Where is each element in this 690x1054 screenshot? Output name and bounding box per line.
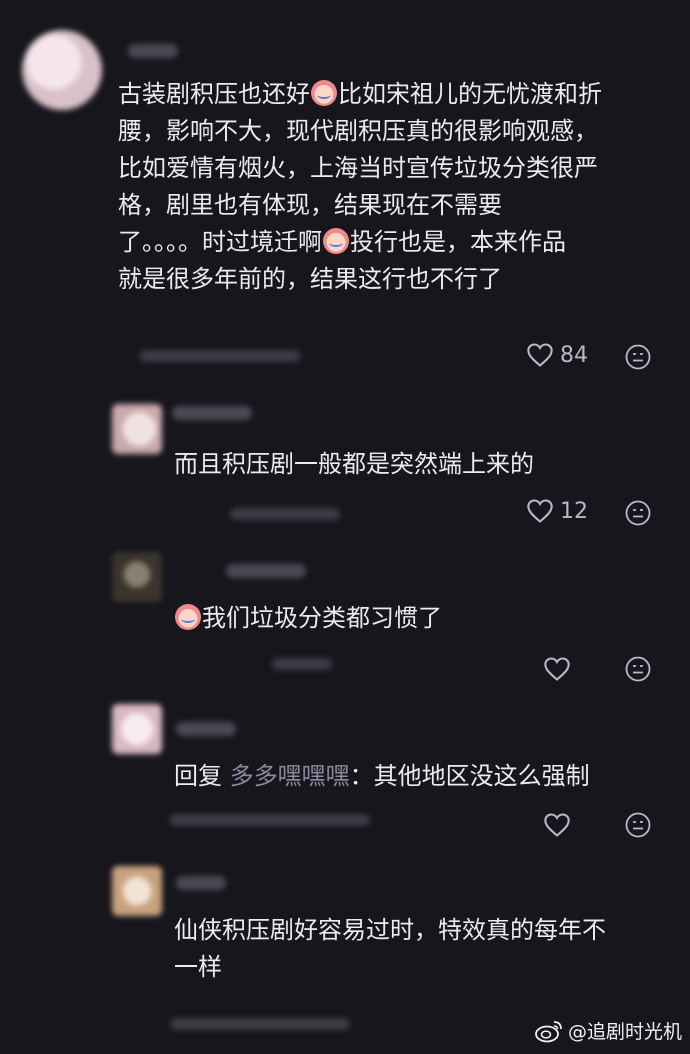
avatar[interactable] <box>22 30 102 110</box>
crying-emoji-icon <box>311 80 337 106</box>
comment-text: 古装剧积压也还好 比如宋祖儿的无忧渡和折 腰，影响不大，现代剧积压真的很影响观感，… <box>118 80 602 293</box>
avatar[interactable] <box>112 552 162 602</box>
crying-emoji-icon <box>323 228 349 254</box>
avatar[interactable] <box>112 866 162 916</box>
watermark-text: @追剧时光机 <box>567 1021 682 1043</box>
username-blurred[interactable] <box>128 44 178 58</box>
comment-meta-blurred <box>140 350 300 362</box>
heart-outline-icon[interactable] <box>543 656 571 682</box>
comment-text: 仙侠积压剧好容易过时，特效真的每年不 一样 <box>174 916 606 981</box>
heart-outline-icon[interactable] <box>543 812 571 838</box>
username-blurred[interactable] <box>226 564 306 578</box>
like-button[interactable]: 12 <box>526 498 588 524</box>
comment-meta-blurred <box>230 508 340 520</box>
comment-face-icon[interactable] <box>624 499 652 527</box>
reply-prefix: 回复 <box>174 762 222 790</box>
heart-outline-icon <box>527 343 553 367</box>
avatar[interactable] <box>112 404 162 454</box>
comment-text: 回复 多多嘿嘿嘿：其他地区没这么强制 <box>174 762 590 790</box>
comment-meta-blurred <box>170 814 370 826</box>
username-blurred[interactable] <box>176 876 226 890</box>
comment-face-icon[interactable] <box>624 811 652 839</box>
comment-text: 我们垃圾分类都习惯了 <box>174 600 654 637</box>
like-count: 84 <box>560 342 588 368</box>
heart-outline-icon <box>527 499 553 523</box>
comment-face-icon[interactable] <box>624 343 652 371</box>
weibo-logo-icon <box>535 1020 562 1042</box>
username-blurred[interactable] <box>172 406 252 420</box>
crying-emoji-icon <box>175 604 201 630</box>
comment-item: 古装剧积压也还好 比如宋祖儿的无忧渡和折 腰，影响不大，现代剧积压真的很影响观感，… <box>0 0 690 390</box>
comment-meta-blurred <box>170 1018 350 1030</box>
comment-text: 而且积压剧一般都是突然端上来的 <box>174 450 534 478</box>
mention-link[interactable]: 多多嘿嘿嘿 <box>230 762 350 790</box>
username-blurred[interactable] <box>176 722 236 736</box>
comment-face-icon[interactable] <box>624 655 652 683</box>
watermark: @追剧时光机 <box>534 1017 682 1044</box>
reply-item: 回复 多多嘿嘿嘿：其他地区没这么强制 <box>0 690 690 850</box>
like-count: 12 <box>560 498 588 524</box>
avatar[interactable] <box>112 704 162 754</box>
comment-meta-blurred <box>272 658 332 670</box>
like-button[interactable]: 84 <box>526 342 588 368</box>
reply-item: 我们垃圾分类都习惯了 <box>0 540 690 690</box>
